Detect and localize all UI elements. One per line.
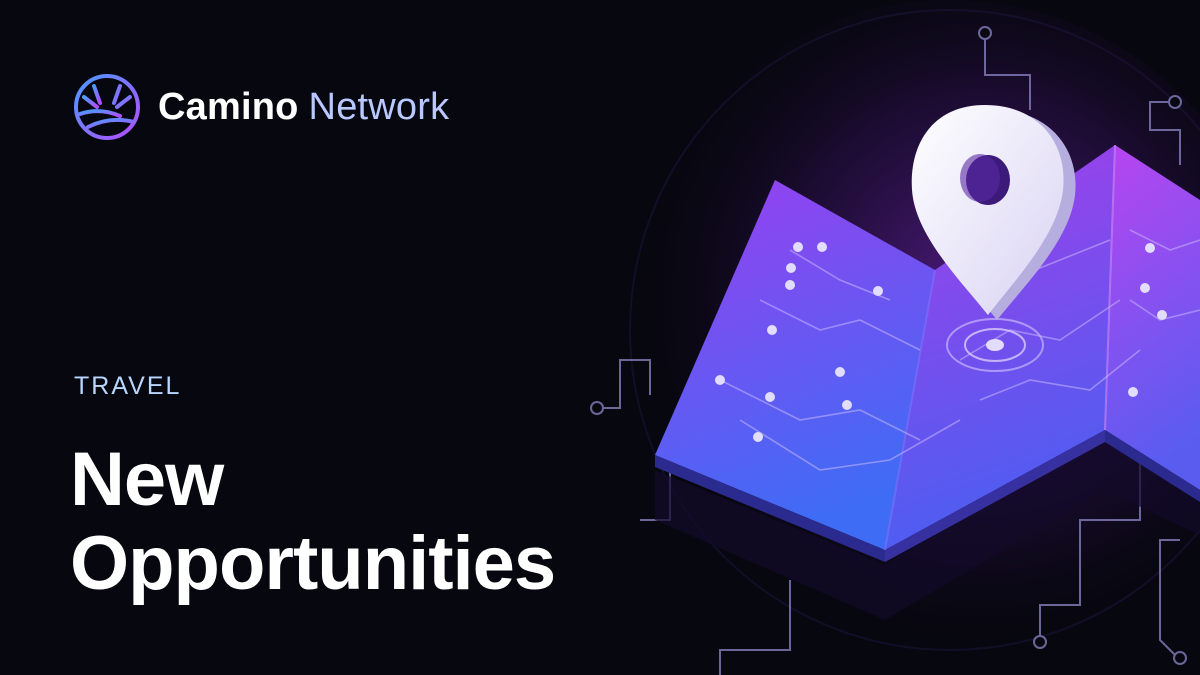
camino-sun-logo-icon xyxy=(74,74,140,140)
banner: Camino Network TRAVEL New Opportunities xyxy=(0,0,1200,675)
brand-name: Camino Network xyxy=(158,86,449,129)
headline-line-1: New xyxy=(70,437,224,522)
brand-name-secondary: Network xyxy=(308,85,450,128)
headline-line-2: Opportunities xyxy=(70,521,556,606)
category-label: TRAVEL xyxy=(74,372,182,400)
brand-name-primary: Camino xyxy=(158,85,299,128)
brand: Camino Network xyxy=(72,72,449,142)
headline: New Opportunities xyxy=(70,438,670,606)
